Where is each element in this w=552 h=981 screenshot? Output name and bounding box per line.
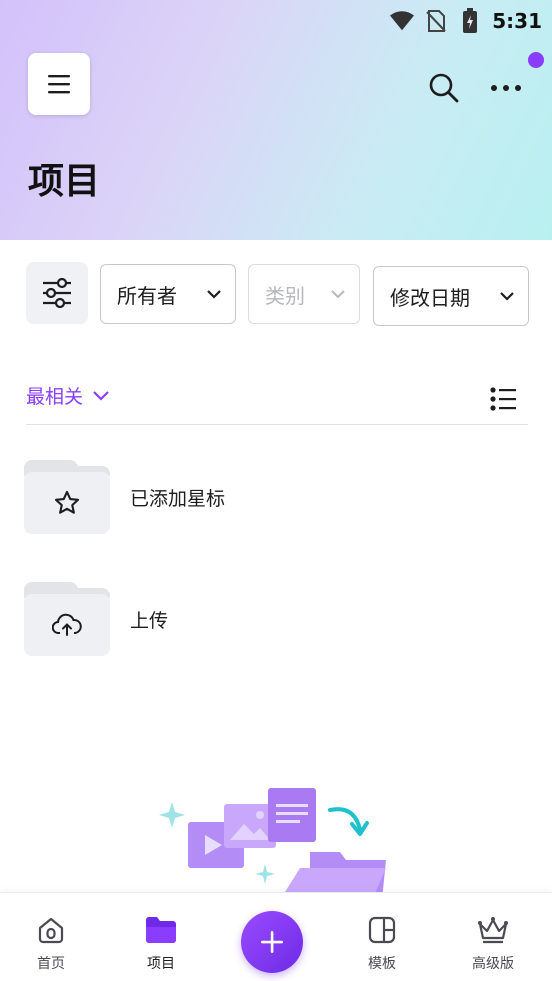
divider <box>26 424 528 425</box>
crown-icon <box>476 913 510 947</box>
date-filter-dropdown[interactable]: 修改日期 <box>373 266 529 326</box>
nav-templates-label: 模板 <box>368 956 396 972</box>
nav-projects[interactable]: 项目 <box>121 913 201 973</box>
cloud-upload-icon <box>52 613 82 636</box>
filter-settings-button[interactable] <box>26 262 88 324</box>
no-sim-icon <box>424 9 448 33</box>
date-filter-label: 修改日期 <box>390 285 470 310</box>
nav-premium-label: 高级版 <box>472 956 514 972</box>
folder-label: 上传 <box>130 609 169 632</box>
folder-label: 已添加星标 <box>130 487 226 510</box>
nav-projects-label: 项目 <box>147 956 175 972</box>
folder-starred[interactable]: 已添加星标 <box>24 458 524 536</box>
empty-state-illustration <box>150 780 400 900</box>
folder-icon <box>24 582 110 656</box>
template-icon <box>365 913 399 947</box>
filter-row: 所有者 类别 修改日期 <box>26 262 536 326</box>
header: 5:31 项目 <box>0 0 552 240</box>
folder-icon <box>144 913 178 947</box>
menu-button[interactable] <box>28 53 90 115</box>
sort-label: 最相关 <box>26 386 84 408</box>
type-filter-dropdown[interactable]: 类别 <box>248 264 360 324</box>
wifi-icon <box>390 9 415 33</box>
sort-row: 最相关 <box>26 378 528 418</box>
bottom-navigation: 首页 项目 模板 高级版 <box>0 892 552 981</box>
nav-home-label: 首页 <box>37 956 65 972</box>
page-title: 项目 <box>28 161 101 202</box>
status-bar: 5:31 <box>390 6 542 36</box>
owner-filter-dropdown[interactable]: 所有者 <box>100 264 236 324</box>
more-options-button[interactable] <box>486 70 526 106</box>
create-button[interactable] <box>241 911 303 973</box>
type-filter-label: 类别 <box>265 283 305 308</box>
more-horizontal-icon <box>491 85 521 91</box>
search-button[interactable] <box>426 70 462 106</box>
chevron-down-icon <box>93 390 109 401</box>
nav-templates[interactable]: 模板 <box>342 913 422 973</box>
folder-icon <box>24 460 110 534</box>
nav-premium[interactable]: 高级版 <box>453 913 533 973</box>
battery-charging-icon <box>458 8 482 33</box>
chevron-down-icon <box>331 289 345 298</box>
star-icon <box>54 490 80 514</box>
list-icon <box>490 387 516 411</box>
owner-filter-label: 所有者 <box>117 283 177 308</box>
search-icon <box>429 73 459 103</box>
nav-home[interactable]: 首页 <box>11 913 91 973</box>
sort-dropdown[interactable]: 最相关 <box>26 382 109 409</box>
home-icon <box>34 913 68 947</box>
status-time: 5:31 <box>492 9 542 33</box>
plus-icon <box>261 931 283 953</box>
sliders-icon <box>43 278 71 308</box>
chevron-down-icon <box>500 291 514 301</box>
chevron-down-icon <box>207 289 221 299</box>
list-view-button[interactable] <box>488 384 518 414</box>
folder-uploads[interactable]: 上传 <box>24 580 524 658</box>
hamburger-icon <box>48 75 70 94</box>
notification-dot <box>528 52 544 68</box>
